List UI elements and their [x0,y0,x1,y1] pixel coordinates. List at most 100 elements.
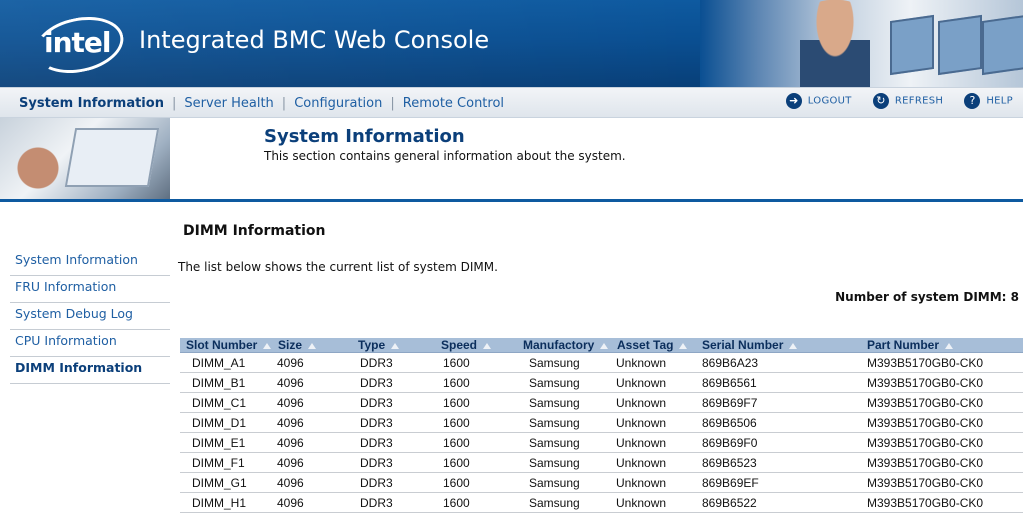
cell-speed: 1600 [435,412,517,433]
sidebar-item-dimm-information[interactable]: DIMM Information [10,358,170,384]
cell-slot-number: DIMM_G1 [180,472,272,493]
column-header-serial-number[interactable]: Serial Number [696,338,861,353]
sidebar-item-system-debug-log[interactable]: System Debug Log [10,304,170,330]
cell-asset-tag: Unknown [611,412,696,433]
cell-serial-number: 869B69EF [696,472,861,493]
cell-speed: 1600 [435,352,517,373]
cell-manufactory: Samsung [517,452,611,473]
column-header-part-number[interactable]: Part Number [861,338,1023,353]
cell-slot-number: DIMM_H1 [180,492,272,513]
nav-configuration[interactable]: Configuration [294,96,382,111]
cell-size: 4096 [272,352,352,373]
intel-logo: intel [29,9,129,81]
refresh-label: REFRESH [894,95,944,107]
nav-system-information[interactable]: System Information [19,96,164,111]
cell-type: DDR3 [352,412,435,433]
cell-manufactory: Samsung [517,472,611,493]
cell-speed: 1600 [435,472,517,493]
column-header-slot-number[interactable]: Slot Number [180,338,272,353]
column-header-asset-tag[interactable]: Asset Tag [611,338,696,353]
help-button[interactable]: ? HELP [964,93,1013,109]
cell-type: DDR3 [352,472,435,493]
cell-manufactory: Samsung [517,492,611,513]
cell-asset-tag: Unknown [611,372,696,393]
table-row: DIMM_F1 4096 DDR3 1600 Samsung Unknown 8… [180,452,1023,473]
table-row: DIMM_G1 4096 DDR3 1600 Samsung Unknown 8… [180,472,1023,493]
cell-type: DDR3 [352,352,435,373]
cell-part-number: M393B5170GB0-CK0 [861,432,1023,453]
help-label: HELP [986,95,1013,107]
column-label: Size [278,338,303,352]
dimm-count: Number of system DIMM: 8 [835,290,1019,304]
section-image [0,118,170,200]
sort-icon [391,342,400,349]
table-row: DIMM_H1 4096 DDR3 1600 Samsung Unknown 8… [180,492,1023,513]
column-header-manufactory[interactable]: Manufactory [517,338,611,353]
sort-icon [308,342,317,349]
refresh-button[interactable]: ↻ REFRESH [872,93,944,109]
console-title: Integrated BMC Web Console [139,26,490,54]
operator-graphic [800,0,870,87]
nav-separator: | [390,96,395,111]
sidebar: System Information FRU Information Syste… [10,250,170,385]
cell-part-number: M393B5170GB0-CK0 [861,372,1023,393]
cell-asset-tag: Unknown [611,472,696,493]
cell-type: DDR3 [352,372,435,393]
column-label: Slot Number [186,338,258,352]
cell-part-number: M393B5170GB0-CK0 [861,452,1023,473]
content-description: The list below shows the current list of… [178,260,498,274]
cell-speed: 1600 [435,432,517,453]
section-title: System Information [264,126,465,147]
logout-button[interactable]: ➜ LOGOUT [785,93,852,109]
cell-speed: 1600 [435,372,517,393]
cell-part-number: M393B5170GB0-CK0 [861,412,1023,433]
nav-remote-control[interactable]: Remote Control [403,96,504,111]
cell-manufactory: Samsung [517,412,611,433]
header-photo [700,0,1023,87]
table-row: DIMM_B1 4096 DDR3 1600 Samsung Unknown 8… [180,372,1023,393]
table-row: DIMM_C1 4096 DDR3 1600 Samsung Unknown 8… [180,392,1023,413]
column-label: Speed [441,338,478,352]
cell-part-number: M393B5170GB0-CK0 [861,472,1023,493]
column-label: Type [358,338,386,352]
cell-type: DDR3 [352,432,435,453]
sort-icon [600,342,609,349]
column-label: Manufactory [523,338,595,352]
cell-part-number: M393B5170GB0-CK0 [861,392,1023,413]
cell-serial-number: 869B69F0 [696,432,861,453]
logout-icon: ➜ [785,93,802,109]
cell-type: DDR3 [352,492,435,513]
sort-icon [263,342,272,349]
monitor-graphic [938,14,982,76]
column-header-size[interactable]: Size [272,338,352,353]
refresh-icon: ↻ [872,93,889,109]
help-icon: ? [964,93,981,109]
sort-icon [679,342,688,349]
nav-server-health[interactable]: Server Health [184,96,273,111]
sidebar-item-cpu-information[interactable]: CPU Information [10,331,170,357]
column-header-speed[interactable]: Speed [435,338,517,353]
monitor-graphic [982,14,1023,76]
cell-manufactory: Samsung [517,352,611,373]
table-row: DIMM_D1 4096 DDR3 1600 Samsung Unknown 8… [180,412,1023,433]
sidebar-item-system-information[interactable]: System Information [10,250,170,276]
cell-type: DDR3 [352,452,435,473]
cell-slot-number: DIMM_B1 [180,372,272,393]
header-banner: intel Integrated BMC Web Console [0,0,1023,87]
cell-asset-tag: Unknown [611,352,696,373]
cell-serial-number: 869B6561 [696,372,861,393]
content-title: DIMM Information [183,223,326,239]
cell-speed: 1600 [435,492,517,513]
cell-part-number: M393B5170GB0-CK0 [861,492,1023,513]
cell-asset-tag: Unknown [611,452,696,473]
section-description: This section contains general informatio… [264,149,626,163]
sort-icon [945,342,954,349]
sidebar-item-fru-information[interactable]: FRU Information [10,277,170,303]
column-header-type[interactable]: Type [352,338,435,353]
cell-speed: 1600 [435,452,517,473]
logout-label: LOGOUT [807,95,852,107]
cell-serial-number: 869B6506 [696,412,861,433]
column-label: Serial Number [702,338,784,352]
monitor-graphic [890,14,934,76]
cell-serial-number: 869B6523 [696,452,861,473]
